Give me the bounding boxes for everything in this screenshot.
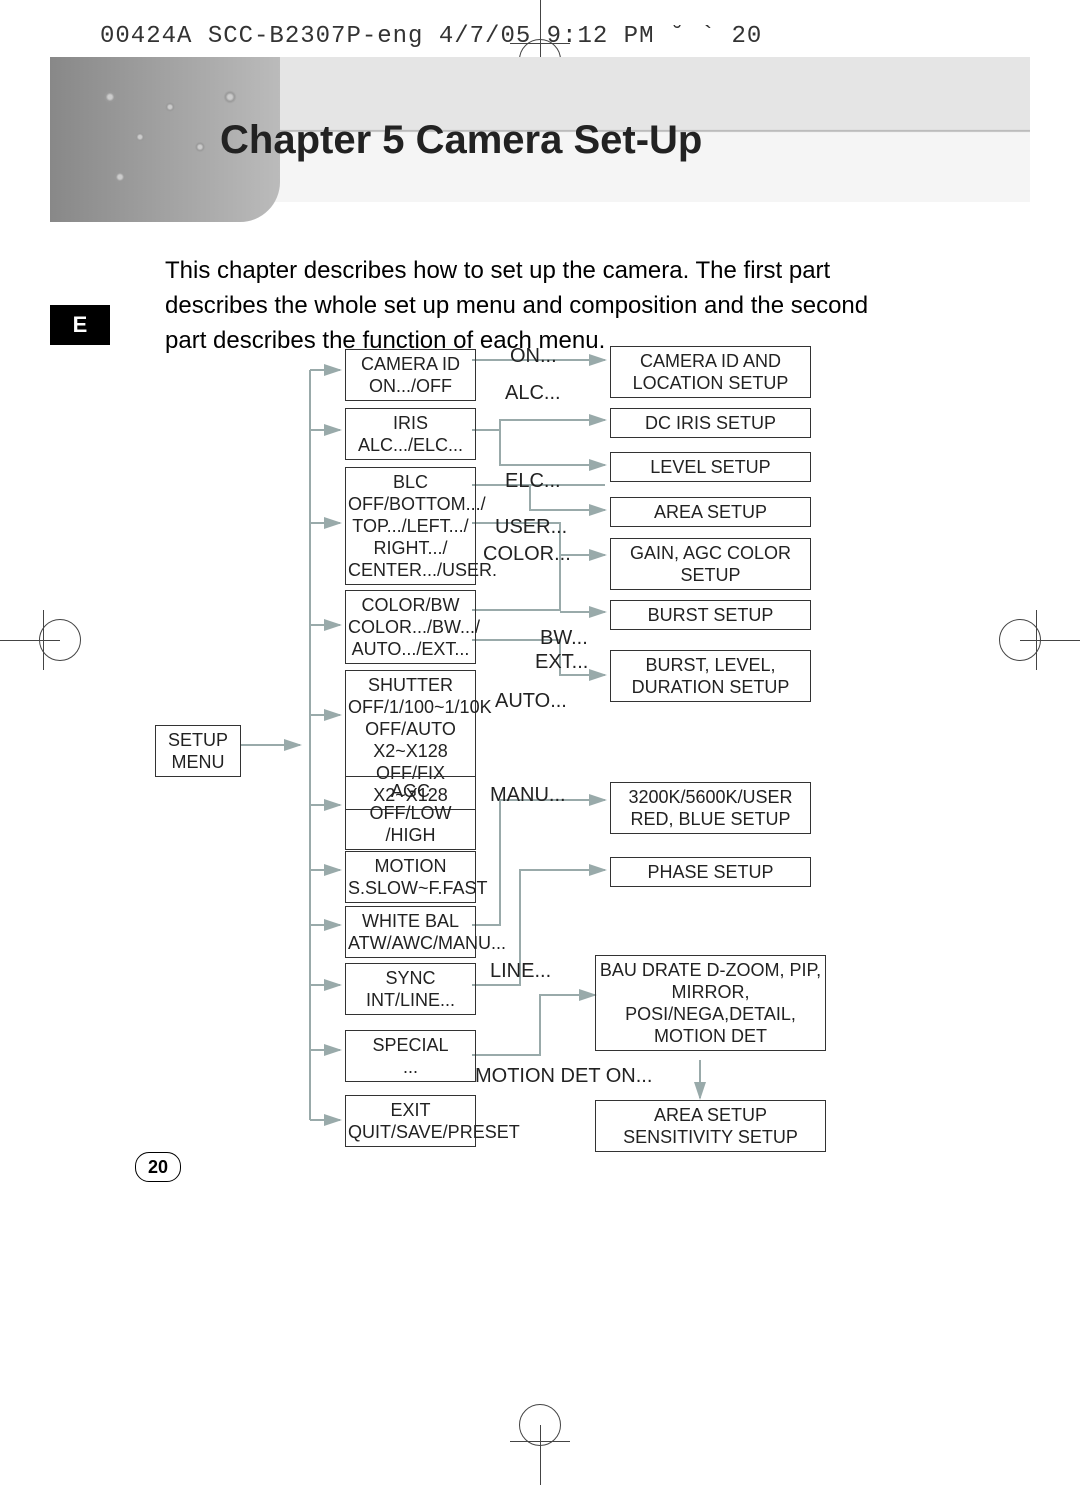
- flow-burst: BURST SETUP: [610, 600, 811, 630]
- page-number: 20: [135, 1152, 181, 1182]
- flow-motion-area: AREA SETUPSENSITIVITY SETUP: [595, 1100, 826, 1152]
- flow-gain-agc: GAIN, AGC COLORSETUP: [610, 538, 811, 590]
- flow-phase: PHASE SETUP: [610, 857, 811, 887]
- flow-white-bal: WHITE BALATW/AWC/MANU...: [345, 906, 476, 958]
- flow-blc: BLCOFF/BOTTOM.../TOP.../LEFT.../RIGHT...…: [345, 467, 476, 585]
- flow-root: SETUPMENU: [155, 725, 241, 777]
- flow-iris: IRISALC.../ELC...: [345, 408, 476, 460]
- flow-motion: MOTIONS.SLOW~F.FAST: [345, 851, 476, 903]
- chapter-title: Chapter 5 Camera Set-Up: [220, 118, 702, 163]
- label-manu: MANU...: [490, 784, 566, 807]
- label-alc: ALC...: [505, 382, 561, 405]
- flow-camera-id: CAMERA IDON.../OFF: [345, 349, 476, 401]
- flow-level: LEVEL SETUP: [610, 452, 811, 482]
- flow-color-bw: COLOR/BWCOLOR.../BW.../AUTO.../EXT...: [345, 590, 476, 664]
- label-elc: ELC...: [505, 470, 561, 493]
- label-bw: BW...: [540, 627, 588, 650]
- flow-dc-iris: DC IRIS SETUP: [610, 408, 811, 438]
- flow-agc: AGCOFF/LOW/HIGH: [345, 776, 476, 850]
- label-on: ON...: [510, 345, 557, 368]
- label-user: USER...: [495, 516, 567, 539]
- chapter-intro-paragraph: This chapter describes how to set up the…: [165, 253, 905, 358]
- flow-exit: EXITQUIT/SAVE/PRESET: [345, 1095, 476, 1147]
- flow-wb-user: 3200K/5600K/USERRED, BLUE SETUP: [610, 782, 811, 834]
- label-motion-det-on: MOTION DET ON...: [475, 1065, 652, 1088]
- label-ext: EXT...: [535, 651, 588, 674]
- flow-special-big: BAU DRATE D-ZOOM, PIP,MIRROR,POSI/NEGA,D…: [595, 955, 826, 1051]
- document-slug: 00424A SCC-B2307P-eng 4/7/05 9:12 PM ˘ `…: [100, 23, 762, 50]
- flow-camera-id-loc: CAMERA ID ANDLOCATION SETUP: [610, 346, 811, 398]
- label-color: COLOR...: [483, 543, 571, 566]
- flow-sync: SYNCINT/LINE...: [345, 963, 476, 1015]
- label-line: LINE...: [490, 960, 551, 983]
- flow-special: SPECIAL...: [345, 1030, 476, 1082]
- label-auto: AUTO...: [495, 690, 567, 713]
- language-tab: E: [50, 305, 110, 345]
- flow-burst-lvl: BURST, LEVEL,DURATION SETUP: [610, 650, 811, 702]
- flow-area: AREA SETUP: [610, 497, 811, 527]
